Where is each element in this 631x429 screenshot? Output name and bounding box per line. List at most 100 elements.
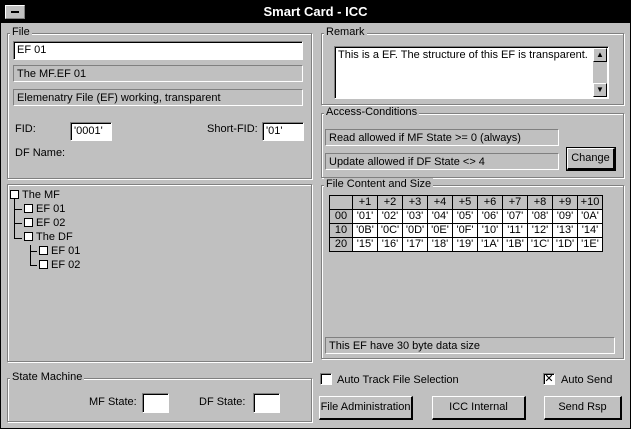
hex-cell[interactable]: '09' bbox=[552, 209, 578, 224]
send-rsp-button[interactable]: Send Rsp bbox=[544, 396, 622, 420]
tree-line bbox=[14, 238, 22, 239]
auto-send-label: Auto Send bbox=[561, 374, 613, 386]
hex-cell[interactable]: '1D' bbox=[552, 237, 578, 252]
column-header: +3 bbox=[402, 195, 428, 210]
column-header: +7 bbox=[502, 195, 528, 210]
remark-scrollbar[interactable]: ▲ ▼ bbox=[593, 48, 607, 97]
column-header: +8 bbox=[527, 195, 553, 210]
scroll-down-icon[interactable]: ▼ bbox=[593, 83, 607, 97]
hex-cell[interactable]: '08' bbox=[527, 209, 553, 224]
smart-card-window: Smart Card - ICC File EF 01 The MF.EF 01… bbox=[0, 0, 631, 429]
row-offset: 20 bbox=[329, 237, 353, 252]
tree-node-mf-ef02[interactable]: EF 02 bbox=[24, 217, 65, 229]
fid-label: FID: bbox=[15, 123, 36, 135]
column-header: +9 bbox=[552, 195, 578, 210]
hex-cell[interactable]: '03' bbox=[402, 209, 428, 224]
hex-cell[interactable]: '0A' bbox=[577, 209, 603, 224]
file-content-label: File Content and Size bbox=[324, 178, 434, 190]
hex-cell[interactable]: '07' bbox=[502, 209, 528, 224]
file-administration-button[interactable]: File Administration bbox=[319, 396, 413, 420]
file-icon bbox=[39, 246, 48, 255]
tree-node-df[interactable]: The DF bbox=[24, 231, 73, 243]
hex-cell[interactable]: '1A' bbox=[477, 237, 503, 252]
hex-content-table[interactable]: +1 +2 +3 +4 +5 +6 +7 +8 +9 +10 00'01' '02' '03' '04' '… bbox=[329, 195, 603, 252]
access-conditions-label: Access-Conditions bbox=[324, 106, 420, 118]
row-offset: 00 bbox=[329, 209, 353, 224]
short-fid-input[interactable]: '01' bbox=[262, 122, 304, 141]
file-icon bbox=[24, 204, 33, 213]
df-state-input[interactable] bbox=[253, 393, 280, 413]
tree-line bbox=[14, 209, 22, 210]
table-row: 10'0B' '0C' '0D' '0E' '0F' '10' '11' '12' '13' '1… bbox=[329, 223, 603, 238]
hex-cell[interactable]: '01' bbox=[352, 209, 378, 224]
read-access-display: Read allowed if MF State >= 0 (always) bbox=[325, 129, 559, 146]
hex-cell[interactable]: '0C' bbox=[377, 223, 403, 238]
table-row: 20'15' '16' '17' '18' '19' '1A' '1B' '1C' '1D' '1… bbox=[329, 237, 603, 252]
tree-node-df-ef01[interactable]: EF 01 bbox=[39, 245, 80, 257]
hex-cell[interactable]: '15' bbox=[352, 237, 378, 252]
mf-state-input[interactable] bbox=[142, 393, 169, 413]
change-button[interactable]: Change bbox=[566, 147, 616, 171]
hex-cell[interactable]: '1C' bbox=[527, 237, 553, 252]
data-size-display: This EF have 30 byte data size bbox=[325, 337, 615, 354]
file-name-input[interactable]: EF 01 bbox=[13, 41, 303, 60]
tree-line bbox=[30, 245, 31, 265]
hex-cell[interactable]: '12' bbox=[527, 223, 553, 238]
remark-label: Remark bbox=[324, 26, 367, 38]
hex-cell[interactable]: '04' bbox=[427, 209, 453, 224]
tree-line bbox=[14, 223, 22, 224]
row-offset: 10 bbox=[329, 223, 353, 238]
mf-state-label: MF State: bbox=[89, 396, 137, 408]
auto-track-checkbox[interactable] bbox=[320, 373, 332, 385]
column-header: +5 bbox=[452, 195, 478, 210]
window-title: Smart Card - ICC bbox=[263, 4, 368, 19]
hex-cell[interactable]: '16' bbox=[377, 237, 403, 252]
table-row: 00'01' '02' '03' '04' '05' '06' '07' '08' '09' '0… bbox=[329, 209, 603, 224]
hex-cell[interactable]: '17' bbox=[402, 237, 428, 252]
file-path-display: The MF.EF 01 bbox=[13, 65, 303, 82]
hex-cell[interactable]: '11' bbox=[502, 223, 528, 238]
auto-track-label: Auto Track File Selection bbox=[337, 374, 459, 386]
hex-cell[interactable]: '0F' bbox=[452, 223, 478, 238]
title-bar: Smart Card - ICC bbox=[1, 1, 630, 23]
hex-cell[interactable]: '1B' bbox=[502, 237, 528, 252]
df-state-label: DF State: bbox=[199, 396, 246, 408]
column-header: +1 bbox=[352, 195, 378, 210]
folder-icon bbox=[10, 190, 19, 199]
hex-cell[interactable]: '19' bbox=[452, 237, 478, 252]
auto-send-checkbox[interactable]: ✕ bbox=[543, 373, 555, 385]
tree-node-mf[interactable]: The MF bbox=[10, 189, 60, 201]
table-corner bbox=[329, 195, 353, 210]
tree-node-mf-ef01[interactable]: EF 01 bbox=[24, 203, 65, 215]
file-icon bbox=[39, 260, 48, 269]
column-header: +2 bbox=[377, 195, 403, 210]
short-fid-label: Short-FID: bbox=[207, 123, 258, 135]
hex-cell[interactable]: '0D' bbox=[402, 223, 428, 238]
icc-internal-button[interactable]: ICC Internal bbox=[432, 396, 526, 420]
hex-cell[interactable]: '0E' bbox=[427, 223, 453, 238]
remark-textarea[interactable]: This is a EF. The structure of this EF i… bbox=[334, 46, 609, 99]
hex-cell[interactable]: '05' bbox=[452, 209, 478, 224]
column-header: +4 bbox=[427, 195, 453, 210]
fid-input[interactable]: '0001' bbox=[70, 122, 112, 141]
hex-cell[interactable]: '02' bbox=[377, 209, 403, 224]
column-header: +6 bbox=[477, 195, 503, 210]
folder-icon bbox=[24, 232, 33, 241]
df-name-label: DF Name: bbox=[15, 147, 66, 159]
hex-cell[interactable]: '06' bbox=[477, 209, 503, 224]
tree-line bbox=[30, 251, 37, 252]
tree-node-df-ef02[interactable]: EF 02 bbox=[39, 259, 80, 271]
column-header: +10 bbox=[577, 195, 603, 210]
hex-cell[interactable]: '13' bbox=[552, 223, 578, 238]
hex-cell[interactable]: '18' bbox=[427, 237, 453, 252]
file-icon bbox=[24, 218, 33, 227]
hex-cell[interactable]: '0B' bbox=[352, 223, 378, 238]
file-group-label: File bbox=[10, 26, 32, 38]
hex-cell[interactable]: '1E' bbox=[577, 237, 603, 252]
hex-cell[interactable]: '14' bbox=[577, 223, 603, 238]
hex-cell[interactable]: '10' bbox=[477, 223, 503, 238]
file-type-display: Elemenatry File (EF) working, transparen… bbox=[13, 89, 303, 106]
scroll-up-icon[interactable]: ▲ bbox=[593, 48, 607, 62]
state-machine-label: State Machine bbox=[10, 371, 85, 383]
tree-line bbox=[30, 265, 37, 266]
